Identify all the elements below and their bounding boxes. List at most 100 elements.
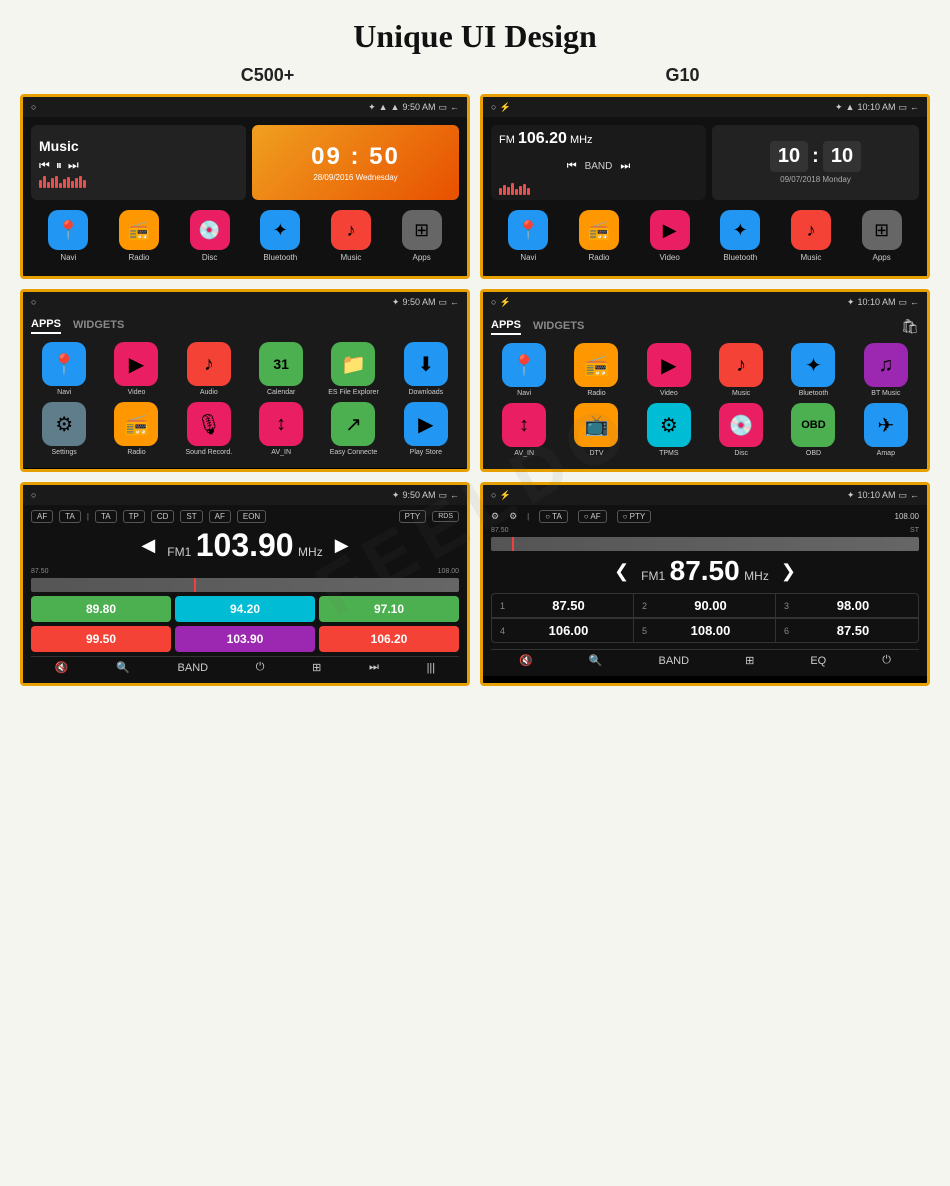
- grid-btn[interactable]: ⊞: [312, 661, 321, 674]
- mute-btn[interactable]: 🔇: [55, 661, 69, 674]
- pty-btn[interactable]: PTY: [399, 510, 427, 523]
- g10-app-bluetooth[interactable]: ✦ Bluetooth: [720, 210, 760, 262]
- c500-app-playstore[interactable]: ▶ Play Store: [393, 402, 459, 456]
- clock-date: 28/09/2016 Wednesday: [313, 173, 397, 182]
- g10-app-obd[interactable]: OBD OBD: [780, 403, 846, 457]
- g10-app-navi[interactable]: 📍 Navi: [508, 210, 548, 262]
- g10-app-avin[interactable]: ↕ AV_IN: [491, 403, 557, 457]
- af2-btn[interactable]: AF: [209, 510, 231, 523]
- preset-6[interactable]: 106.20: [319, 626, 459, 652]
- next-freq-btn[interactable]: ▶: [335, 535, 349, 556]
- app-item-music[interactable]: ♪ Music: [331, 210, 371, 262]
- bluetooth-icon: ✦: [392, 297, 400, 308]
- preset-3[interactable]: 97.10: [319, 596, 459, 622]
- g10-app-navi[interactable]: 📍 Navi: [491, 343, 557, 397]
- g10-app-bluetooth[interactable]: ✦ Bluetooth: [780, 343, 846, 397]
- power-btn[interactable]: ⏻: [882, 654, 891, 667]
- settings2-icon[interactable]: ⚙: [509, 511, 517, 522]
- g10-app-radio[interactable]: 📻 Radio: [563, 343, 629, 397]
- preset-6[interactable]: 6 87.50: [776, 618, 918, 642]
- avin-icon: ↕: [502, 403, 546, 447]
- af-btn[interactable]: AF: [31, 510, 53, 523]
- tab-apps[interactable]: APPS: [491, 319, 521, 335]
- c500-app-soundrec[interactable]: 🎙 Sound Record.: [176, 402, 242, 456]
- search-btn[interactable]: 🔍: [589, 654, 603, 667]
- next-track-icon[interactable]: ⏭: [620, 160, 630, 173]
- search-btn[interactable]: 🔍: [116, 661, 130, 674]
- g10-app-music[interactable]: ♪ Music: [708, 343, 774, 397]
- g10-app-music[interactable]: ♪ Music: [791, 210, 831, 262]
- prev-freq-btn[interactable]: ◀: [141, 535, 155, 556]
- g10-app-tpms[interactable]: ⚙ TPMS: [636, 403, 702, 457]
- g10-app-btmusic[interactable]: ♫ BT Music: [853, 343, 919, 397]
- tab-apps[interactable]: APPS: [31, 318, 61, 334]
- g10-radio-widget[interactable]: FM 106.20 MHz ⏮ BAND ⏭: [491, 125, 706, 200]
- app-item-apps[interactable]: ⊞ Apps: [402, 210, 442, 262]
- amap-label: Amap: [877, 450, 895, 457]
- app-item-navi[interactable]: 📍 Navi: [48, 210, 88, 262]
- c500-app-avin[interactable]: ↕ AV_IN: [248, 402, 314, 456]
- preset-1[interactable]: 89.80: [31, 596, 171, 622]
- c500-app-downloads[interactable]: ⬇ Downloads: [393, 342, 459, 396]
- preset-4[interactable]: 4 106.00: [492, 618, 634, 642]
- c500-apps-screen: ○ ✦ 9:50 AM ▭ ← APPS WIDGETS 📍 Navi ▶ V: [20, 289, 470, 472]
- bluetooth-icon: ✦: [392, 490, 400, 501]
- g10-app-video[interactable]: ▶ Video: [636, 343, 702, 397]
- app-item-radio[interactable]: 📻 Radio: [119, 210, 159, 262]
- band-btn[interactable]: BAND: [178, 662, 209, 674]
- g10-app-apps[interactable]: ⊞ Apps: [862, 210, 902, 262]
- preset-2[interactable]: 2 90.00: [634, 594, 776, 618]
- preset-4[interactable]: 99.50: [31, 626, 171, 652]
- music-widget[interactable]: Music ⏮ ⏸ ⏭: [31, 125, 246, 200]
- c500-app-settings[interactable]: ⚙ Settings: [31, 402, 97, 456]
- ta-btn[interactable]: TA: [59, 510, 81, 523]
- rds-btn[interactable]: RDS: [432, 511, 459, 522]
- g10-app-video[interactable]: ▶ Video: [650, 210, 690, 262]
- g10-app-radio[interactable]: 📻 Radio: [579, 210, 619, 262]
- st-btn[interactable]: ST: [180, 510, 202, 523]
- ta-btn[interactable]: ○ TA: [539, 510, 568, 523]
- eon-btn[interactable]: EON: [237, 510, 266, 523]
- c500-app-radio[interactable]: 📻 Radio: [103, 402, 169, 456]
- power-btn[interactable]: ⏻: [256, 661, 265, 674]
- c500-app-easyconn[interactable]: ↗ Easy Connecte: [320, 402, 386, 456]
- grid-btn[interactable]: ⊞: [745, 654, 754, 667]
- cd-btn[interactable]: CD: [151, 510, 175, 523]
- c500-app-navi[interactable]: 📍 Navi: [31, 342, 97, 396]
- next-icon[interactable]: ⏭: [68, 158, 79, 173]
- shop-icon[interactable]: 🛍: [901, 318, 919, 335]
- play-pause-icon[interactable]: ⏸: [56, 158, 62, 173]
- preset-5[interactable]: 5 108.00: [634, 618, 776, 642]
- g10-app-dtv[interactable]: 📺 DTV: [563, 403, 629, 457]
- mute-btn[interactable]: 🔇: [519, 654, 533, 667]
- tp-btn[interactable]: TP: [123, 510, 145, 523]
- c500-app-video[interactable]: ▶ Video: [103, 342, 169, 396]
- af-btn[interactable]: ○ AF: [578, 510, 607, 523]
- prev-freq-btn[interactable]: ❮: [614, 561, 629, 582]
- app-item-bluetooth[interactable]: ✦ Bluetooth: [260, 210, 300, 262]
- tab-widgets[interactable]: WIDGETS: [533, 320, 584, 334]
- eq-btn[interactable]: EQ: [810, 655, 826, 667]
- preset-2[interactable]: 94.20: [175, 596, 315, 622]
- prev-track-icon[interactable]: ⏮: [567, 160, 577, 173]
- eq-btn[interactable]: |||: [427, 662, 436, 674]
- settings-icon[interactable]: ⚙: [491, 511, 499, 522]
- downloads-icon: ⬇: [404, 342, 448, 386]
- skip-btn[interactable]: ⏭: [369, 661, 379, 674]
- home-icon: ○: [31, 490, 36, 500]
- prev-icon[interactable]: ⏮: [39, 158, 50, 173]
- c500-app-audio[interactable]: ♪ Audio: [176, 342, 242, 396]
- band-btn[interactable]: BAND: [658, 655, 689, 667]
- tab-widgets[interactable]: WIDGETS: [73, 319, 124, 333]
- g10-app-disc[interactable]: 💿 Disc: [708, 403, 774, 457]
- app-item-disc[interactable]: 💿 Disc: [190, 210, 230, 262]
- preset-5[interactable]: 103.90: [175, 626, 315, 652]
- preset-3[interactable]: 3 98.00: [776, 594, 918, 618]
- preset-1[interactable]: 1 87.50: [492, 594, 634, 618]
- ta2-btn[interactable]: TA: [95, 510, 117, 523]
- next-freq-btn[interactable]: ❯: [781, 561, 796, 582]
- pty-btn[interactable]: ○ PTY: [617, 510, 652, 523]
- c500-app-calendar[interactable]: 31 Calendar: [248, 342, 314, 396]
- g10-app-amap[interactable]: ✈ Amap: [853, 403, 919, 457]
- c500-app-esfile[interactable]: 📁 ES File Explorer: [320, 342, 386, 396]
